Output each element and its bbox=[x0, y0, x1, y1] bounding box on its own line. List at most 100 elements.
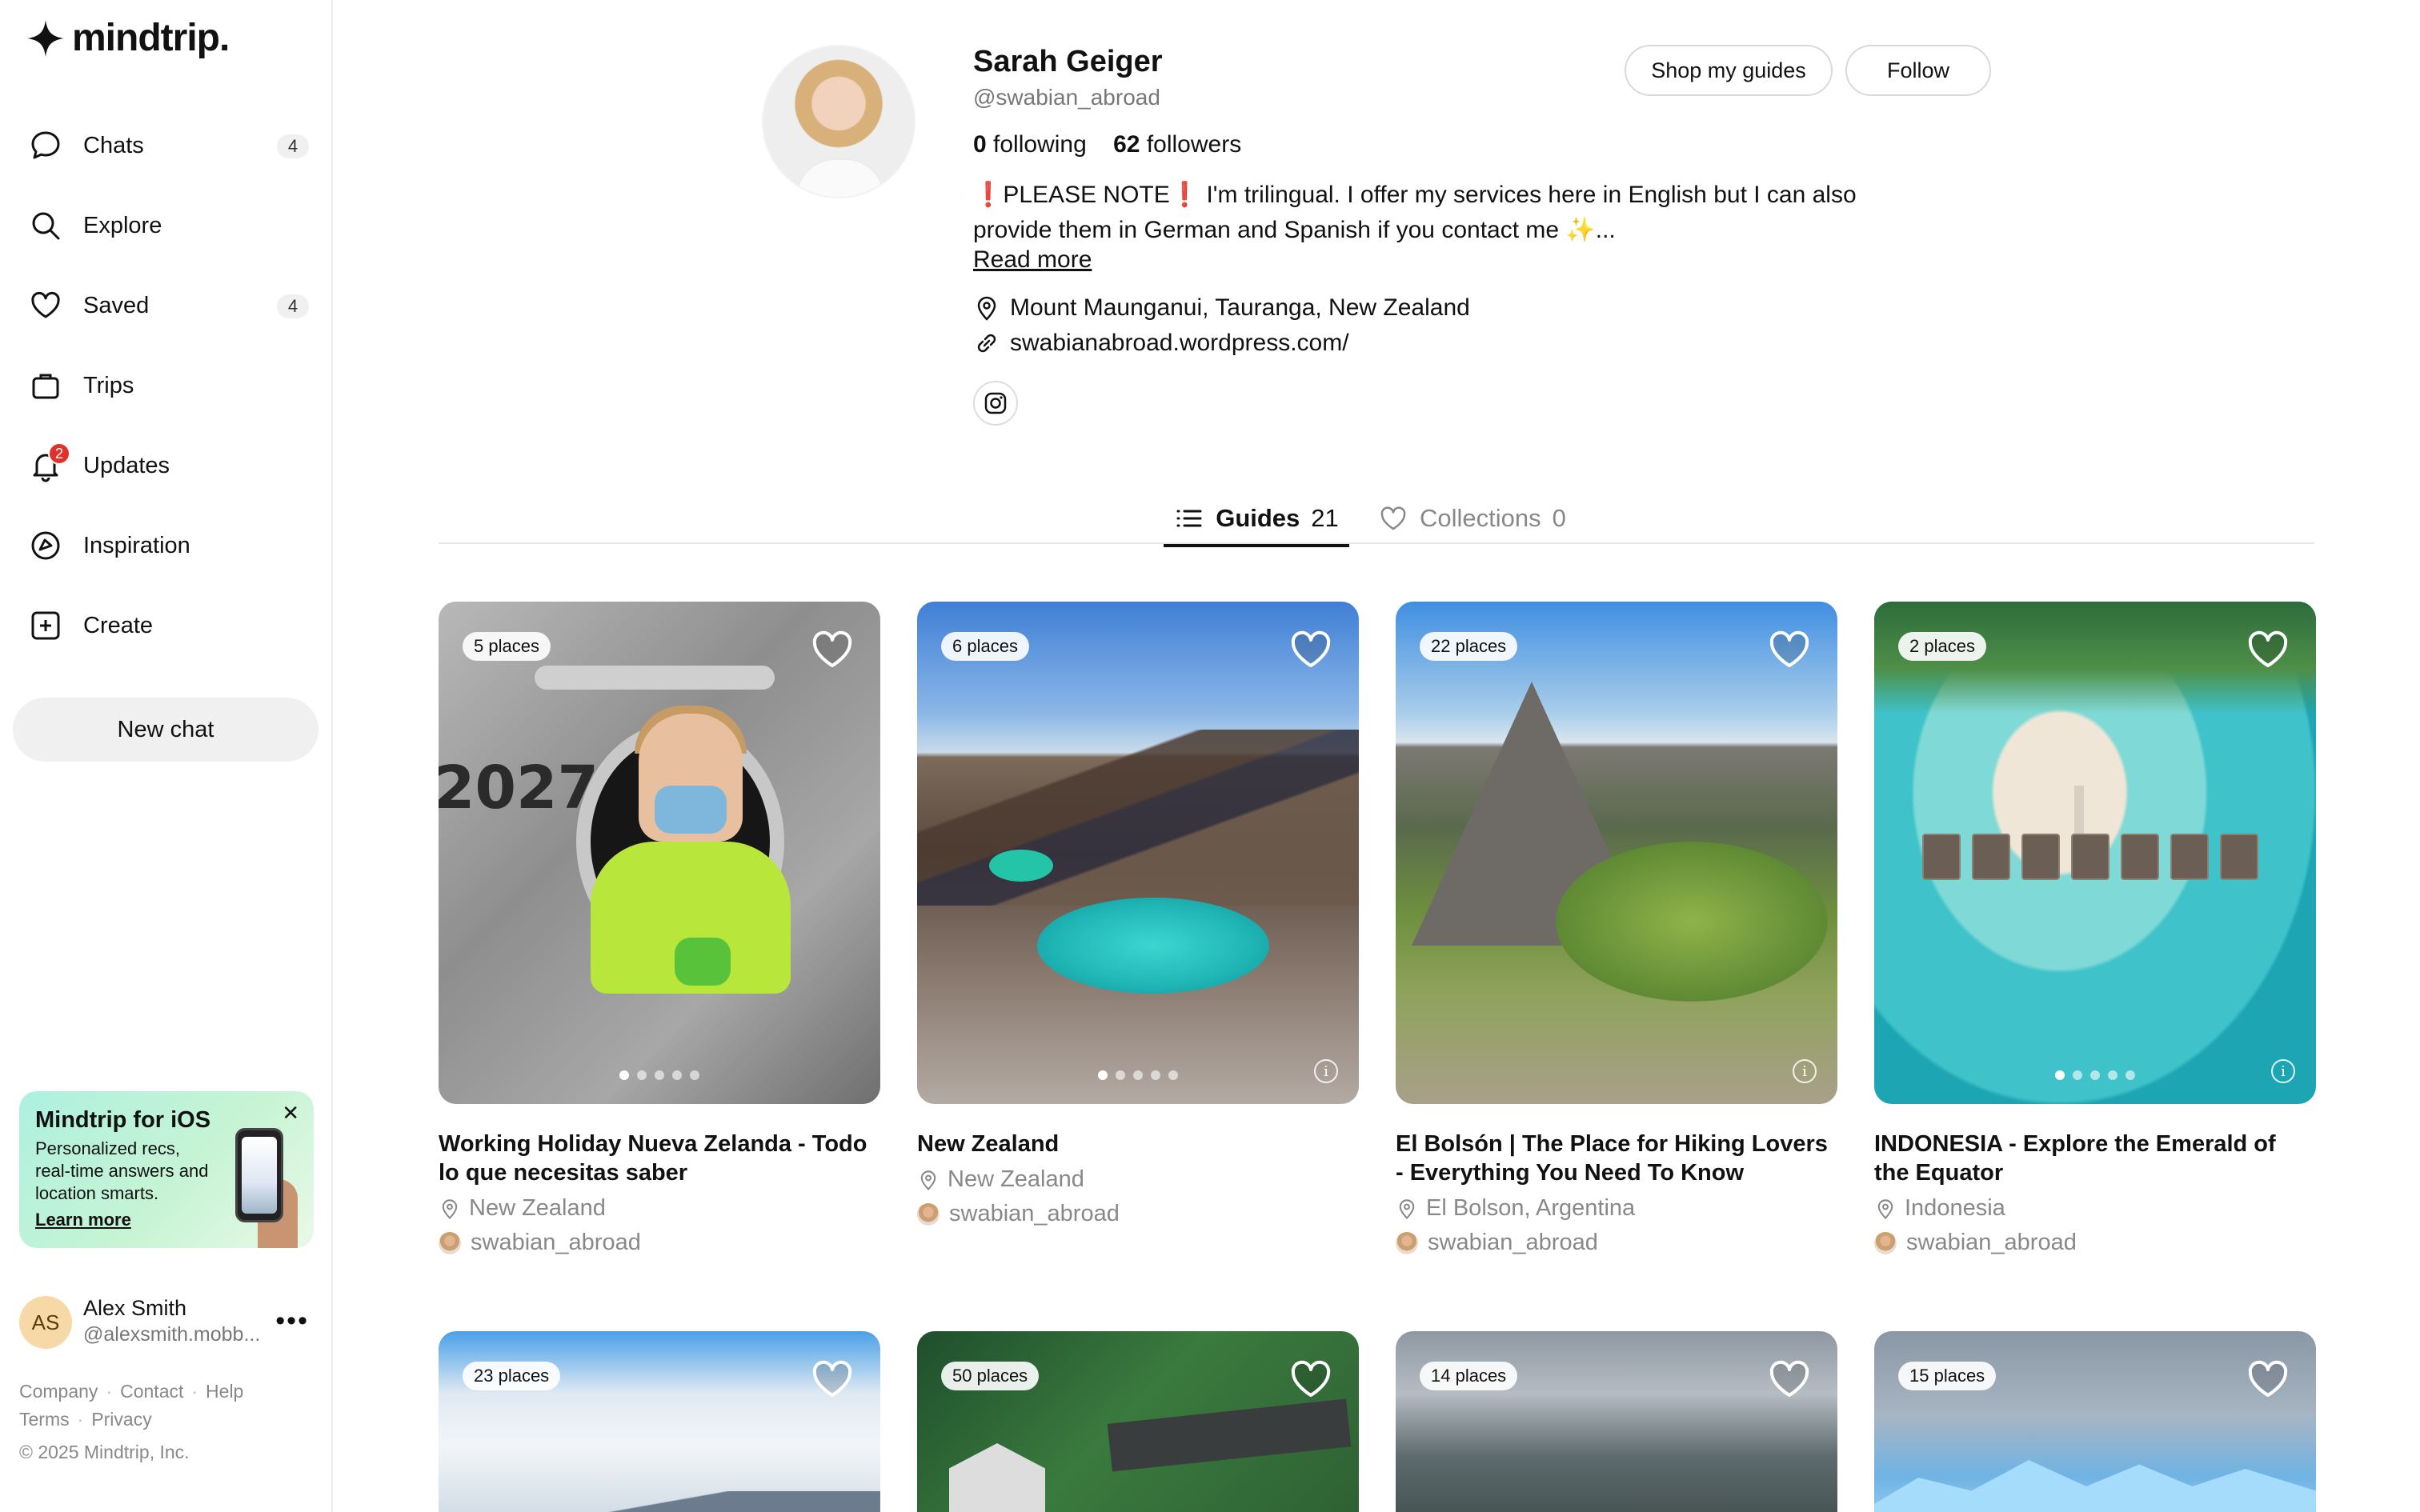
save-heart-icon[interactable] bbox=[811, 630, 853, 669]
author-avatar bbox=[1396, 1231, 1418, 1254]
guide-location-text: New Zealand bbox=[948, 1166, 1084, 1192]
guide-author[interactable]: swabian_abroad bbox=[439, 1230, 880, 1256]
guide-card[interactable]: 2027 5 places Working Holiday Nueva Zela… bbox=[439, 602, 880, 1256]
guide-author[interactable]: swabian_abroad bbox=[917, 1201, 1359, 1227]
guide-title[interactable]: INDONESIA - Explore the Emerald of the E… bbox=[1874, 1130, 2316, 1187]
save-heart-icon[interactable] bbox=[811, 1360, 853, 1398]
updates-notification-badge: 2 bbox=[48, 442, 70, 465]
link-icon bbox=[977, 334, 996, 353]
sidebar-item-create[interactable]: Create bbox=[13, 586, 320, 666]
shop-my-guides-button[interactable]: Shop my guides bbox=[1625, 45, 1833, 96]
guide-card[interactable]: 15 places bbox=[1874, 1331, 2316, 1512]
learn-more-link[interactable]: Learn more bbox=[35, 1210, 131, 1230]
sidebar-item-label: Updates bbox=[83, 452, 170, 478]
guide-author[interactable]: swabian_abroad bbox=[1874, 1230, 2316, 1256]
read-more-link[interactable]: Read more bbox=[973, 246, 1092, 274]
company-link[interactable]: Company bbox=[19, 1381, 98, 1402]
save-heart-icon[interactable] bbox=[1769, 630, 1810, 669]
tabs-divider bbox=[439, 542, 2314, 544]
save-heart-icon[interactable] bbox=[2247, 1360, 2289, 1398]
location-text: Mount Maunganui, Tauranga, New Zealand bbox=[1010, 294, 1470, 321]
guide-card[interactable]: 2 places i INDONESIA - Explore the Emera… bbox=[1874, 602, 2316, 1256]
guide-card[interactable]: 23 places bbox=[439, 1331, 880, 1512]
sidebar-item-explore[interactable]: Explore bbox=[13, 186, 320, 266]
guide-cover-image[interactable]: 50 places bbox=[917, 1331, 1359, 1512]
guide-location: New Zealand bbox=[917, 1166, 1359, 1193]
user-name: Alex Smith bbox=[83, 1296, 187, 1320]
instagram-button[interactable] bbox=[973, 381, 1018, 426]
sidebar-item-trips[interactable]: Trips bbox=[13, 346, 320, 426]
places-count-badge: 6 places bbox=[941, 632, 1029, 661]
sidebar-item-label: Create bbox=[83, 612, 154, 638]
help-link[interactable]: Help bbox=[206, 1381, 243, 1402]
guide-author-name: swabian_abroad bbox=[949, 1201, 1120, 1226]
website-link[interactable]: swabianabroad.wordpress.com/ bbox=[1010, 330, 1349, 357]
places-count-badge: 5 places bbox=[463, 632, 551, 661]
guide-cover-image[interactable]: 14 places bbox=[1396, 1331, 1837, 1512]
guide-cover-image[interactable]: 2027 5 places bbox=[439, 602, 880, 1104]
profile-handle: @swabian_abroad bbox=[973, 85, 1160, 110]
author-avatar bbox=[439, 1231, 461, 1254]
image-decoration: 2027 bbox=[439, 754, 599, 822]
guide-location: New Zealand bbox=[439, 1195, 880, 1222]
chat-bubble-icon bbox=[27, 127, 64, 164]
terms-link[interactable]: Terms bbox=[19, 1409, 70, 1430]
follow-button[interactable]: Follow bbox=[1845, 45, 1991, 96]
guide-cover-image[interactable]: 23 places bbox=[439, 1331, 880, 1512]
sidebar-item-inspiration[interactable]: Inspiration bbox=[13, 506, 320, 586]
sparkle-icon bbox=[27, 19, 64, 57]
info-icon[interactable]: i bbox=[1793, 1059, 1817, 1083]
sidebar-item-chats[interactable]: Chats 4 bbox=[13, 106, 320, 186]
profile-website[interactable]: swabianabroad.wordpress.com/ bbox=[973, 330, 1349, 357]
chats-count-badge: 4 bbox=[277, 134, 309, 158]
logo-text: mindtrip. bbox=[72, 17, 230, 59]
mindtrip-logo[interactable]: mindtrip. bbox=[26, 16, 230, 60]
guide-author[interactable]: swabian_abroad bbox=[1396, 1230, 1837, 1256]
guide-card[interactable]: 14 places bbox=[1396, 1331, 1837, 1512]
suitcase-icon bbox=[27, 367, 64, 404]
user-account[interactable]: AS Alex Smith @alexsmith.mobb... ••• bbox=[19, 1296, 315, 1352]
carousel-dots[interactable] bbox=[619, 1070, 699, 1080]
new-chat-button[interactable]: New chat bbox=[13, 698, 319, 762]
map-pin-icon bbox=[920, 1170, 936, 1190]
sidebar-item-label: Trips bbox=[83, 372, 134, 398]
guide-card[interactable]: 50 places bbox=[917, 1331, 1359, 1512]
save-heart-icon[interactable] bbox=[1769, 1360, 1810, 1398]
guide-card[interactable]: 6 places i New Zealand New Zealand swabi… bbox=[917, 602, 1359, 1227]
compass-icon bbox=[27, 527, 64, 564]
guide-title[interactable]: New Zealand bbox=[917, 1130, 1359, 1158]
sidebar: mindtrip. Chats 4 Explore Saved 4 Trips … bbox=[0, 0, 333, 1512]
sidebar-item-updates[interactable]: 2 Updates bbox=[13, 426, 320, 506]
following-stat[interactable]: 0 following bbox=[973, 131, 1087, 158]
places-count-badge: 23 places bbox=[463, 1362, 561, 1390]
close-icon[interactable]: ✕ bbox=[282, 1101, 299, 1126]
followers-stat[interactable]: 62 followers bbox=[1113, 131, 1241, 158]
map-pin-icon bbox=[977, 296, 996, 321]
contact-link[interactable]: Contact bbox=[120, 1381, 183, 1402]
tab-collections[interactable]: Collections 0 bbox=[1378, 493, 1566, 544]
carousel-dots[interactable] bbox=[2055, 1070, 2135, 1080]
tab-guides[interactable]: Guides 21 bbox=[1164, 493, 1349, 547]
save-heart-icon[interactable] bbox=[1290, 1360, 1332, 1398]
more-options-icon[interactable]: ••• bbox=[275, 1306, 309, 1337]
carousel-dots[interactable] bbox=[1098, 1070, 1178, 1080]
save-heart-icon[interactable] bbox=[1290, 630, 1332, 669]
search-icon bbox=[27, 207, 64, 244]
guide-cover-image[interactable]: 2 places i bbox=[1874, 602, 2316, 1104]
guide-cover-image[interactable]: 6 places i bbox=[917, 602, 1359, 1104]
phone-illustration bbox=[235, 1128, 283, 1222]
guide-cover-image[interactable]: 15 places bbox=[1874, 1331, 2316, 1512]
privacy-link[interactable]: Privacy bbox=[91, 1409, 151, 1430]
guide-title[interactable]: Working Holiday Nueva Zelanda - Todo lo … bbox=[439, 1130, 880, 1187]
sidebar-item-saved[interactable]: Saved 4 bbox=[13, 266, 320, 346]
promo-title: Mindtrip for iOS bbox=[35, 1107, 211, 1133]
guide-title[interactable]: El Bolsón | The Place for Hiking Lovers … bbox=[1396, 1130, 1837, 1187]
info-icon[interactable]: i bbox=[2271, 1059, 2295, 1083]
sidebar-item-label: Inspiration bbox=[83, 532, 190, 558]
guide-author-name: swabian_abroad bbox=[1428, 1230, 1598, 1255]
save-heart-icon[interactable] bbox=[2247, 630, 2289, 669]
guide-cover-image[interactable]: 22 places i bbox=[1396, 602, 1837, 1104]
info-icon[interactable]: i bbox=[1314, 1059, 1338, 1083]
guide-card[interactable]: 22 places i El Bolsón | The Place for Hi… bbox=[1396, 602, 1837, 1256]
guide-location-text: New Zealand bbox=[469, 1195, 606, 1221]
